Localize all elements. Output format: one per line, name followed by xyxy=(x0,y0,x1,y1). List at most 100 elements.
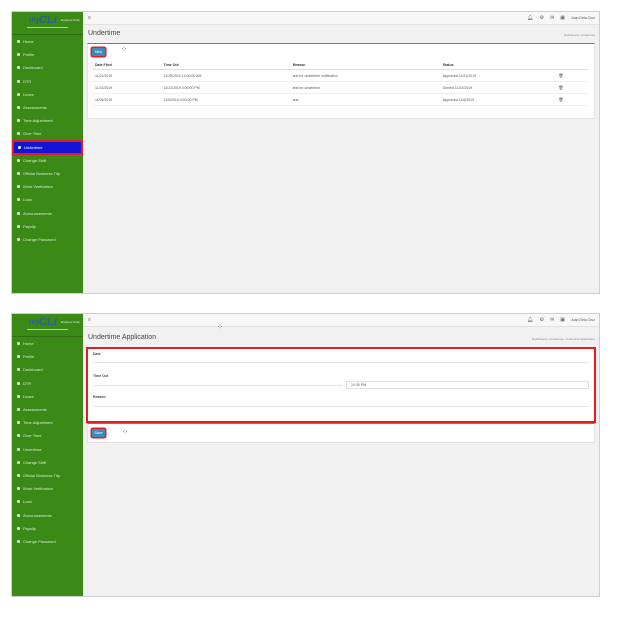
reason-field[interactable] xyxy=(93,401,589,407)
sidebar-item-undertime[interactable]: Undertime xyxy=(12,443,83,456)
bell-icon[interactable]: 🔔︎ xyxy=(527,317,533,323)
clipboard-icon xyxy=(17,408,20,412)
clipboard-icon xyxy=(17,106,20,110)
gear-icon[interactable]: ⚙︎ xyxy=(540,317,544,323)
sidebar-item-profile[interactable]: Profile xyxy=(12,48,83,61)
user-name[interactable]: Juan Dela Cruz xyxy=(571,318,595,322)
sidebar-item-work-verification[interactable]: Work Verification xyxy=(12,180,83,193)
sidebar-item-payslip[interactable]: Payslip xyxy=(12,220,83,233)
undertime-list-screen: my CLI Employee Portal Home Profile Dash… xyxy=(11,11,600,294)
sidebar-item-undertime[interactable]: Undertime xyxy=(12,139,83,155)
new-button[interactable]: New xyxy=(92,48,105,56)
sidebar-item-loan[interactable]: Loan xyxy=(12,193,83,206)
envelope-icon[interactable]: ✉︎ xyxy=(550,15,554,21)
sidebar-item-over-time[interactable]: Over Time xyxy=(12,429,83,442)
logo-underline xyxy=(27,27,68,28)
document-icon xyxy=(17,224,20,228)
avatar[interactable]: ▣ xyxy=(560,317,565,323)
sidebar-item-change-password[interactable]: Change Password xyxy=(12,535,83,548)
reason-cell: test for undertime xyxy=(289,81,440,94)
sidebar-item-label: Time Adjustment xyxy=(23,118,53,124)
sidebar-item-change-shift[interactable]: Change Shift xyxy=(12,154,83,167)
sidebar-item-time-adjustment[interactable]: Time Adjustment xyxy=(12,416,83,429)
logo-tagline: Employee Portal xyxy=(61,321,80,324)
table-header-row: Date Filed Time Out Reason Status xyxy=(92,61,588,70)
sidebar-item-loan[interactable]: Loan xyxy=(12,495,83,508)
sidebar-item-assessments[interactable]: Assessments xyxy=(12,403,83,416)
sidebar-item-time-adjustment[interactable]: Time Adjustment xyxy=(12,114,83,127)
table-row[interactable]: 11/05/2019 11/5/2019 4:00:00 PM test App… xyxy=(92,93,588,106)
sidebar-item-announcements[interactable]: Announcements xyxy=(12,206,83,219)
column-header[interactable]: Date Filed xyxy=(92,61,161,70)
sidebar-item-dtr[interactable]: DTR xyxy=(12,377,83,390)
sidebar-item-label: Announcements xyxy=(23,210,52,216)
action-column-header xyxy=(555,61,588,70)
bell-icon[interactable]: 🔔︎ xyxy=(527,15,533,21)
date-field[interactable] xyxy=(93,357,589,363)
user-icon xyxy=(17,355,20,359)
avatar[interactable]: ▣ xyxy=(560,15,565,21)
breadcrumb[interactable]: Dashboard › Undertime › Undertime Applic… xyxy=(532,337,595,341)
sidebar-item-label: Official Business Trip xyxy=(23,170,61,176)
hamburger-icon[interactable]: ≡ xyxy=(88,15,91,21)
column-header[interactable]: Time Out xyxy=(160,61,290,70)
money-icon xyxy=(17,198,20,202)
sidebar-item-over-time[interactable]: Over Time xyxy=(12,127,83,140)
briefcase-icon xyxy=(17,171,20,175)
sidebar-item-profile[interactable]: Profile xyxy=(12,350,83,363)
page-title: Undertime xyxy=(88,30,121,37)
sidebar-item-label: DTR xyxy=(23,380,32,386)
date-cell: 11/21/2019 xyxy=(92,69,161,82)
sidebar-item-dtr[interactable]: DTR xyxy=(12,75,83,88)
hamburger-icon[interactable]: ≡ xyxy=(88,317,91,323)
time-out-time-field[interactable]: 10:30 PM xyxy=(346,381,589,389)
time-cell: 11/5/2019 4:00:00 PM xyxy=(160,93,290,106)
sidebar-item-dashboard[interactable]: Dashboard xyxy=(12,363,83,376)
sidebar-item-label: Change Password xyxy=(23,236,56,242)
dashboard-icon xyxy=(17,66,20,70)
table-row[interactable]: 11/21/2019 11/25/2019 10:00:00 AM test f… xyxy=(92,69,588,82)
logo-tagline: Employee Portal xyxy=(61,19,80,22)
sidebar-item-announcements[interactable]: Announcements xyxy=(12,508,83,521)
logo[interactable]: my CLI Employee Portal xyxy=(12,314,83,337)
sidebar-item-change-shift[interactable]: Change Shift xyxy=(12,456,83,469)
sidebar-item-label: Payslip xyxy=(23,525,36,531)
sidebar-item-change-password[interactable]: Change Password xyxy=(12,233,83,246)
user-name[interactable]: Juan Dela Cruz xyxy=(571,16,595,20)
delete-icon[interactable]: 🗑︎ xyxy=(555,93,588,106)
sidebar-item-home[interactable]: Home xyxy=(12,35,83,48)
sidebar-item-leave[interactable]: Leave xyxy=(12,390,83,403)
sidebar-item-work-verification[interactable]: Work Verification xyxy=(12,482,83,495)
sidebar-item-label: Assessments xyxy=(23,105,47,111)
sidebar-item-official-business-trip[interactable]: Official Business Trip xyxy=(12,469,83,482)
sidebar: my CLI Employee Portal Home Profile Dash… xyxy=(12,12,83,293)
sidebar-item-label: Announcements xyxy=(23,512,52,518)
save-button[interactable]: Save xyxy=(92,429,105,437)
column-header[interactable]: Status xyxy=(439,61,556,70)
sidebar-item-official-business-trip[interactable]: Official Business Trip xyxy=(12,167,83,180)
logo[interactable]: my CLI Employee Portal xyxy=(12,12,83,35)
undertime-form: Date Time Out 10:30 PM Reason xyxy=(86,347,596,423)
sidebar-item-assessments[interactable]: Assessments xyxy=(12,101,83,114)
delete-icon[interactable]: 🗑︎ xyxy=(555,69,588,82)
sidebar-item-label: Change Shift xyxy=(23,459,47,465)
sidebar-item-label: Undertime xyxy=(24,144,43,150)
sidebar-item-leave[interactable]: Leave xyxy=(12,88,83,101)
sidebar-item-payslip[interactable]: Payslip xyxy=(12,522,83,535)
sidebar-nav: Home Profile Dashboard DTR Leave Assessm… xyxy=(12,35,83,246)
main-content: ≡ 🔔︎ ⚙︎ ✉︎ ▣ Juan Dela Cruz Undertime Da… xyxy=(83,12,599,293)
time-out-date-field[interactable] xyxy=(93,380,343,386)
envelope-icon[interactable]: ✉︎ xyxy=(550,317,554,323)
delete-icon[interactable]: 🗑︎ xyxy=(555,81,588,94)
table-row[interactable]: 11/22/2019 11/22/2019 3:00:00 PM test fo… xyxy=(92,81,588,94)
breadcrumb[interactable]: Dashboard › Undertime xyxy=(564,33,595,37)
loading-cursor-icon: ⁘ xyxy=(217,324,223,331)
sidebar-item-dashboard[interactable]: Dashboard xyxy=(12,61,83,74)
clock-icon xyxy=(17,434,20,438)
sidebar-item-home[interactable]: Home xyxy=(12,337,83,350)
column-header[interactable]: Reason xyxy=(289,61,440,70)
clock-icon xyxy=(17,447,20,451)
dashboard-icon xyxy=(17,368,20,372)
page-title: Undertime Application xyxy=(88,334,157,341)
gear-icon[interactable]: ⚙︎ xyxy=(540,15,544,21)
